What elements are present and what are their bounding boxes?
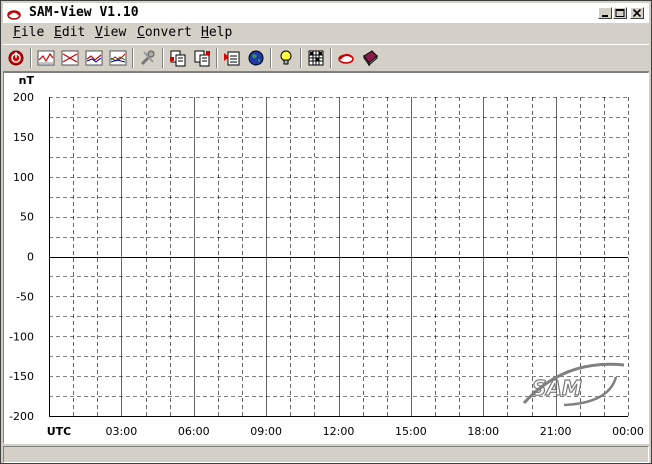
toolbar <box>3 44 649 72</box>
maximize-button[interactable] <box>613 7 627 19</box>
book-icon[interactable] <box>360 48 380 68</box>
x-tick-label: 03:00 <box>106 425 138 438</box>
menu-view[interactable]: View <box>95 25 126 40</box>
chart-z-icon[interactable] <box>84 48 104 68</box>
app-icon <box>7 6 21 20</box>
maximize-icon <box>615 9 625 17</box>
copy-icon[interactable] <box>168 48 188 68</box>
app-window: SAM-View V1.10 File Edit View Convert He… <box>0 0 652 464</box>
x-tick-label: 12:00 <box>323 425 355 438</box>
toolbar-separator <box>330 48 332 68</box>
sam-logo-text: SAM <box>532 376 582 400</box>
grid <box>49 97 629 416</box>
paste-icon[interactable] <box>192 48 212 68</box>
toolbar-separator <box>162 48 164 68</box>
toolbar-separator <box>216 48 218 68</box>
close-button[interactable] <box>630 7 644 19</box>
menu-file[interactable]: File <box>13 25 44 40</box>
y-tick-label: 0 <box>27 251 34 264</box>
y-tick-label: 200 <box>13 91 34 104</box>
chart-y-icon[interactable] <box>60 48 80 68</box>
x-tick-label: 15:00 <box>395 425 427 438</box>
stop-icon[interactable] <box>6 48 26 68</box>
toolbar-separator <box>30 48 32 68</box>
minimize-icon <box>602 15 608 17</box>
toolbar-separator <box>132 48 134 68</box>
tools-icon[interactable] <box>138 48 158 68</box>
x-tick-label: 09:00 <box>250 425 282 438</box>
globe-icon[interactable] <box>246 48 266 68</box>
chart-xyz-icon[interactable] <box>108 48 128 68</box>
x-tick-label: 00:00 <box>612 425 644 438</box>
y-tick-label: 50 <box>20 211 34 224</box>
minimize-button[interactable] <box>598 7 612 19</box>
magnetometer-chart: 200 150 100 50 0 -50 -100 -150 -200 nT 03:00 06:00 0… <box>9 74 644 438</box>
x-axis-label: UTC <box>47 425 72 438</box>
open-file-icon[interactable] <box>222 48 242 68</box>
sam-logo: SAM <box>522 362 625 407</box>
toolbar-separator <box>300 48 302 68</box>
y-tick-label: -50 <box>16 290 34 303</box>
toolbar-separator <box>270 48 272 68</box>
y-unit-label: nT <box>19 74 35 87</box>
close-icon <box>632 9 642 17</box>
y-tick-label: -150 <box>9 370 34 383</box>
axes <box>49 97 628 417</box>
y-tick-label: -200 <box>9 410 34 423</box>
chart-panel[interactable]: 200 150 100 50 0 -50 -100 -150 -200 nT 03:00 06:00 0… <box>3 72 649 444</box>
menu-edit[interactable]: Edit <box>54 25 85 40</box>
x-tick-label: 06:00 <box>178 425 210 438</box>
x-tick-label: 18:00 <box>467 425 499 438</box>
menu-bar: File Edit View Convert Help <box>3 23 649 42</box>
status-bar <box>3 446 649 463</box>
grid-icon[interactable] <box>306 48 326 68</box>
help-icon[interactable] <box>336 48 356 68</box>
menu-convert[interactable]: Convert <box>137 25 192 40</box>
menu-help[interactable]: Help <box>201 25 232 40</box>
title-bar[interactable]: SAM-View V1.10 <box>3 3 649 23</box>
lightbulb-icon[interactable] <box>276 48 296 68</box>
y-tick-label: 150 <box>13 131 34 144</box>
x-tick-label: 21:00 <box>540 425 572 438</box>
y-tick-label: 100 <box>13 171 34 184</box>
y-tick-label: -100 <box>9 330 34 343</box>
window-title: SAM-View V1.10 <box>29 5 139 20</box>
chart-x-icon[interactable] <box>36 48 56 68</box>
